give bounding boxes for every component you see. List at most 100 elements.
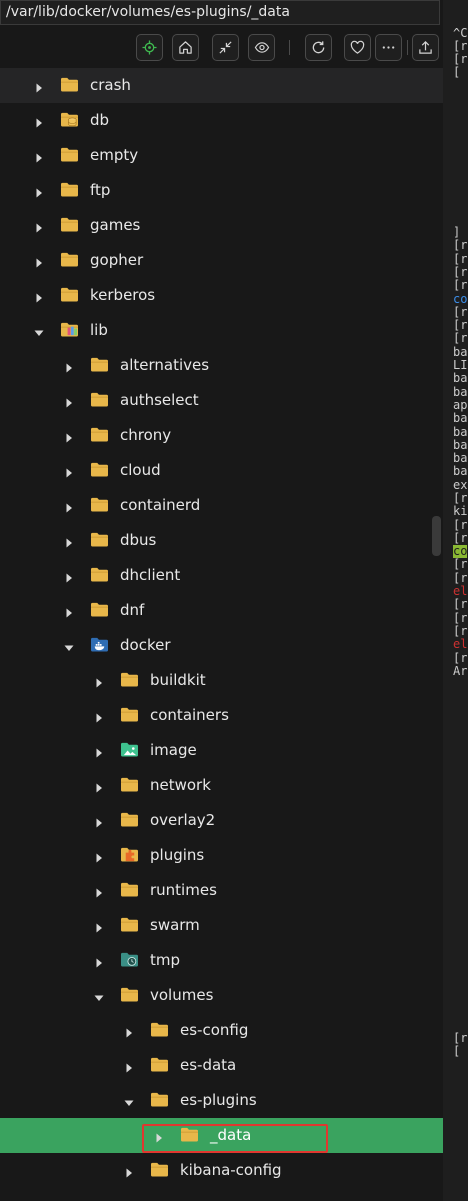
tree-item-selected[interactable]: _data [0, 1118, 443, 1153]
chevron-right-icon[interactable] [93, 919, 105, 933]
collapse-icon [219, 41, 232, 54]
more-button[interactable] [375, 34, 402, 61]
chevron-right-icon[interactable] [63, 359, 75, 373]
chevron-right-icon[interactable] [33, 289, 45, 303]
tree-item[interactable]: es-plugins [0, 1083, 443, 1118]
tree-item[interactable]: gopher [0, 243, 443, 278]
refresh-button[interactable] [305, 34, 332, 61]
terminal-panel[interactable]: ^C [r [r[] [r [r [r [r co [r [r [r ba LI ba ba ap ba ba ba… [443, 0, 468, 1201]
tree-item[interactable]: overlay2 [0, 803, 443, 838]
chevron-down-icon[interactable] [63, 639, 75, 651]
tree-item[interactable]: buildkit [0, 663, 443, 698]
tree-item-label: ftp [90, 181, 111, 199]
tree-item[interactable]: kibana-config [0, 1153, 443, 1188]
chevron-right-icon[interactable] [33, 114, 45, 128]
tree-item[interactable]: alternatives [0, 348, 443, 383]
locate-button[interactable] [136, 34, 163, 61]
favorite-button[interactable] [344, 34, 371, 61]
tree-item[interactable]: games [0, 208, 443, 243]
chevron-right-icon[interactable] [123, 1164, 135, 1178]
terminal-line: co [453, 544, 468, 559]
tree-item[interactable]: kerberos [0, 278, 443, 313]
chevron-right-icon[interactable] [93, 674, 105, 688]
tree-item-label: cloud [120, 461, 161, 479]
chevron-right-icon[interactable] [63, 534, 75, 548]
tree-item[interactable]: cloud [0, 453, 443, 488]
chevron-right-icon[interactable] [33, 184, 45, 198]
eye-icon [254, 42, 269, 53]
terminal-line: ki [453, 504, 468, 519]
tree-item-label: crash [90, 76, 131, 94]
tree-item[interactable]: dbus [0, 523, 443, 558]
folder-icon [150, 1091, 169, 1108]
chevron-right-icon[interactable] [93, 954, 105, 968]
folder-icon [120, 706, 139, 723]
chevron-right-icon[interactable] [33, 254, 45, 268]
tree-item[interactable]: dnf [0, 593, 443, 628]
tree-item[interactable]: tmp [0, 943, 443, 978]
tree-item[interactable]: network [0, 768, 443, 803]
chevron-right-icon[interactable] [33, 79, 45, 93]
folder-icon [90, 356, 109, 373]
folder-icon [60, 251, 79, 268]
chevron-right-icon[interactable] [33, 219, 45, 233]
terminal-line: [r [453, 278, 468, 293]
chevron-right-icon[interactable] [63, 569, 75, 583]
tree-item-label: games [90, 216, 141, 234]
tree-item[interactable]: chrony [0, 418, 443, 453]
home-button[interactable] [172, 34, 199, 61]
folder-icon [90, 426, 109, 443]
chevron-right-icon[interactable] [93, 884, 105, 898]
path-bar[interactable]: /var/lib/docker/volumes/es-plugins/_data [0, 0, 440, 25]
chevron-right-icon[interactable] [153, 1129, 165, 1143]
terminal-line: [r [453, 318, 468, 333]
tree-item[interactable]: authselect [0, 383, 443, 418]
chevron-right-icon[interactable] [93, 744, 105, 758]
tree-item-label: db [90, 111, 110, 129]
tree-item[interactable]: swarm [0, 908, 443, 943]
collapse-button[interactable] [212, 34, 239, 61]
terminal-line: [r [453, 650, 468, 665]
tree-item[interactable]: empty [0, 138, 443, 173]
chevron-down-icon[interactable] [93, 989, 105, 1001]
chevron-down-icon[interactable] [33, 324, 45, 336]
chevron-right-icon[interactable] [63, 604, 75, 618]
tree-item[interactable]: containerd [0, 488, 443, 523]
chevron-right-icon[interactable] [123, 1024, 135, 1038]
chevron-right-icon[interactable] [93, 814, 105, 828]
terminal-line: ex [453, 477, 468, 492]
chevron-right-icon[interactable] [93, 779, 105, 793]
chevron-right-icon[interactable] [93, 709, 105, 723]
chevron-right-icon[interactable] [33, 149, 45, 163]
tree-item[interactable]: image [0, 733, 443, 768]
tree-item[interactable]: docker [0, 628, 443, 663]
chevron-right-icon[interactable] [63, 394, 75, 408]
tree-item[interactable]: containers [0, 698, 443, 733]
tree-item[interactable]: dhclient [0, 558, 443, 593]
tree-item[interactable]: plugins [0, 838, 443, 873]
folder-icon [60, 76, 79, 93]
tree-item-label: network [150, 776, 211, 794]
tree-item[interactable]: ftp [0, 173, 443, 208]
tree-item[interactable]: lib [0, 313, 443, 348]
chevron-right-icon[interactable] [63, 429, 75, 443]
view-button[interactable] [248, 34, 275, 61]
tree-item[interactable]: db [0, 103, 443, 138]
chevron-right-icon[interactable] [93, 849, 105, 863]
upload-button[interactable] [412, 34, 439, 61]
chevron-right-icon[interactable] [63, 499, 75, 513]
tree-item-label: authselect [120, 391, 199, 409]
tree-item[interactable]: volumes [0, 978, 443, 1013]
chevron-down-icon[interactable] [123, 1094, 135, 1106]
tree-item[interactable]: es-config [0, 1013, 443, 1048]
chevron-right-icon[interactable] [123, 1059, 135, 1073]
upload-icon [419, 41, 432, 54]
tree-item[interactable]: crash [0, 68, 443, 103]
tree-item[interactable]: es-data [0, 1048, 443, 1083]
scrollbar-thumb[interactable] [432, 516, 441, 556]
terminal-line: ^C [453, 25, 468, 40]
tree-item[interactable]: runtimes [0, 873, 443, 908]
chevron-right-icon[interactable] [63, 464, 75, 478]
terminal-line: [r [453, 490, 468, 505]
